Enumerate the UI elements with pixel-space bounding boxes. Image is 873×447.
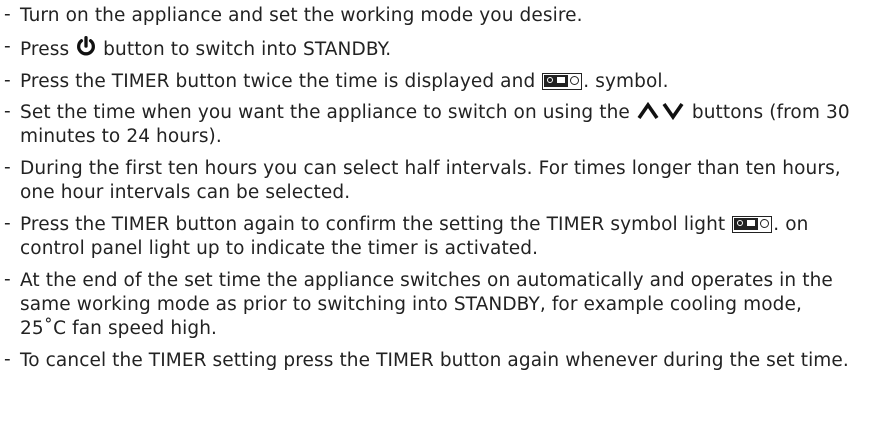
up-arrow-icon xyxy=(637,101,659,120)
list-bullet: - xyxy=(4,4,11,25)
list-item-text: During the first ten hours you can selec… xyxy=(20,158,841,203)
list-bullet: - xyxy=(4,101,11,122)
list-item-text: Press the TIMER button again to confirm … xyxy=(20,213,873,261)
down-arrow-icon xyxy=(662,102,684,121)
text-before-icon: Set the time when you want the appliance… xyxy=(20,102,630,123)
list-bullet: - xyxy=(4,349,11,370)
up-down-arrows xyxy=(637,101,684,121)
list-item-text: At the end of the set time the appliance… xyxy=(20,270,833,339)
text-after-icon: . symbol. xyxy=(583,71,669,92)
list-item-text: Press button to switch into STANDBY. xyxy=(20,36,873,62)
list-bullet: - xyxy=(4,36,11,57)
list-item: - Press button to switch into STANDBY. xyxy=(4,36,873,62)
list-item: - At the end of the set time the applian… xyxy=(4,269,873,341)
list-bullet: - xyxy=(4,269,11,290)
list-bullet: - xyxy=(4,213,11,234)
list-item-text: Set the time when you want the appliance… xyxy=(20,101,873,149)
power-icon xyxy=(77,36,96,56)
list-item-text: Turn on the appliance and set the workin… xyxy=(20,5,583,26)
timer-symbol-icon xyxy=(732,216,773,233)
list-item: - To cancel the TIMER setting press the … xyxy=(4,349,873,373)
list-item-text: To cancel the TIMER setting press the TI… xyxy=(20,350,849,371)
text-before-icon: Press xyxy=(20,39,70,60)
list-item: - Set the time when you want the applian… xyxy=(4,101,873,149)
text-before-icon: Press the TIMER button twice the time is… xyxy=(20,71,536,92)
text-before-icon: Press the TIMER button again to confirm … xyxy=(20,214,726,235)
timer-symbol-icon xyxy=(542,73,583,90)
instructions-document: - Turn on the appliance and set the work… xyxy=(0,0,873,447)
list-item: - Turn on the appliance and set the work… xyxy=(4,4,873,28)
list-bullet: - xyxy=(4,157,11,178)
list-item: - Press the TIMER button again to confir… xyxy=(4,213,873,261)
list-bullet: - xyxy=(4,70,11,91)
list-item: - During the first ten hours you can sel… xyxy=(4,157,873,205)
text-after-icon: button to switch into STANDBY. xyxy=(103,39,392,60)
list-item: - Press the TIMER button twice the time … xyxy=(4,70,873,94)
list-item-text: Press the TIMER button twice the time is… xyxy=(20,70,873,94)
